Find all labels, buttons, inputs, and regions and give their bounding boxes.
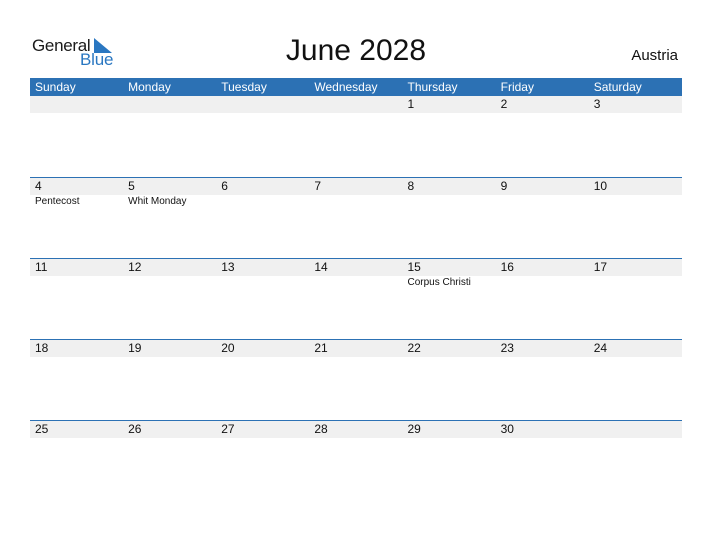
- holiday-label: Pentecost: [35, 196, 80, 207]
- calendar-title: June 2028: [285, 34, 427, 67]
- day-number: 14: [314, 260, 328, 274]
- day-number: 15: [407, 260, 421, 274]
- holiday-label: [589, 195, 682, 209]
- weekday-wednesday: Wednesday: [314, 80, 378, 94]
- day-number: 16: [500, 260, 514, 274]
- holiday-label: Corpus Christi: [407, 277, 471, 288]
- week-date-band: 11 12 13 14 15 16 17: [30, 259, 682, 276]
- country-label: Austria: [631, 47, 678, 64]
- weekday-header: Sunday Monday Tuesday Wednesday Thursday…: [30, 78, 682, 96]
- day-number: [216, 96, 309, 113]
- day-number: 23: [500, 341, 514, 355]
- week-events: Corpus Christi: [30, 276, 682, 290]
- day-number: 9: [500, 179, 508, 193]
- day-number: 4: [35, 179, 42, 193]
- day-number: 28: [314, 422, 328, 436]
- holiday-label: [589, 276, 682, 290]
- weekday-friday: Friday: [500, 80, 534, 94]
- weekday-tuesday: Tuesday: [221, 80, 267, 94]
- week-date-band: 25 26 27 28 29 30: [30, 421, 682, 438]
- day-number: 12: [128, 260, 142, 274]
- day-number: [309, 96, 402, 113]
- day-number: 2: [500, 97, 508, 111]
- day-number: 25: [35, 422, 49, 436]
- day-number: [30, 96, 123, 113]
- day-number: 20: [221, 341, 235, 355]
- week-row: 11 12 13 14 15 16 17 Corpus Christi: [30, 258, 682, 339]
- week-date-band: 18 19 20 21 22 23 24: [30, 340, 682, 357]
- week-row: 18 19 20 21 22 23 24: [30, 339, 682, 420]
- holiday-label: [309, 276, 402, 290]
- holiday-label: [403, 195, 496, 209]
- day-number: 3: [593, 97, 601, 111]
- week-row: 1 2 3: [30, 96, 682, 177]
- day-number: 8: [407, 179, 415, 193]
- holiday-label: [496, 195, 589, 209]
- day-number: 5: [128, 179, 135, 193]
- holiday-label: [30, 276, 123, 290]
- day-number: 18: [35, 341, 49, 355]
- day-number: [589, 421, 682, 438]
- week-date-band: 4 5 6 7 8 9 10: [30, 178, 682, 195]
- holiday-label: Whit Monday: [128, 196, 187, 207]
- day-number: 10: [593, 179, 608, 193]
- day-number: 7: [314, 179, 322, 193]
- day-number: 26: [128, 422, 142, 436]
- day-number: 19: [128, 341, 142, 355]
- day-number: 24: [593, 341, 608, 355]
- day-number: 1: [407, 97, 415, 111]
- calendar-grid: Sunday Monday Tuesday Wednesday Thursday…: [30, 78, 682, 501]
- holiday-label: [216, 195, 309, 209]
- weekday-sunday: Sunday: [35, 80, 76, 94]
- week-row: 4 5 6 7 8 9 10 Pentecost Whit Monday: [30, 177, 682, 258]
- day-number: 21: [314, 341, 328, 355]
- holiday-label: [216, 276, 309, 290]
- day-number: 11: [35, 260, 48, 274]
- holiday-label: [123, 276, 216, 290]
- day-number: [123, 96, 216, 113]
- weekday-monday: Monday: [128, 80, 171, 94]
- weeks-container: 1 2 3 4 5 6 7 8 9 10 Pentecost Whit Monday 11 12 13 14 1…: [30, 96, 682, 501]
- week-events: Pentecost Whit Monday: [30, 195, 682, 209]
- day-number: 22: [407, 341, 421, 355]
- week-row: 25 26 27 28 29 30: [30, 420, 682, 501]
- day-number: 13: [221, 260, 235, 274]
- holiday-label: [309, 195, 402, 209]
- day-number: 29: [407, 422, 421, 436]
- day-number: 27: [221, 422, 235, 436]
- day-number: 6: [221, 179, 228, 193]
- holiday-label: [496, 276, 589, 290]
- weekday-saturday: Saturday: [593, 80, 642, 94]
- weekday-thursday: Thursday: [407, 80, 458, 94]
- day-number: 17: [593, 260, 608, 274]
- week-date-band: 1 2 3: [30, 96, 682, 113]
- day-number: 30: [500, 422, 514, 436]
